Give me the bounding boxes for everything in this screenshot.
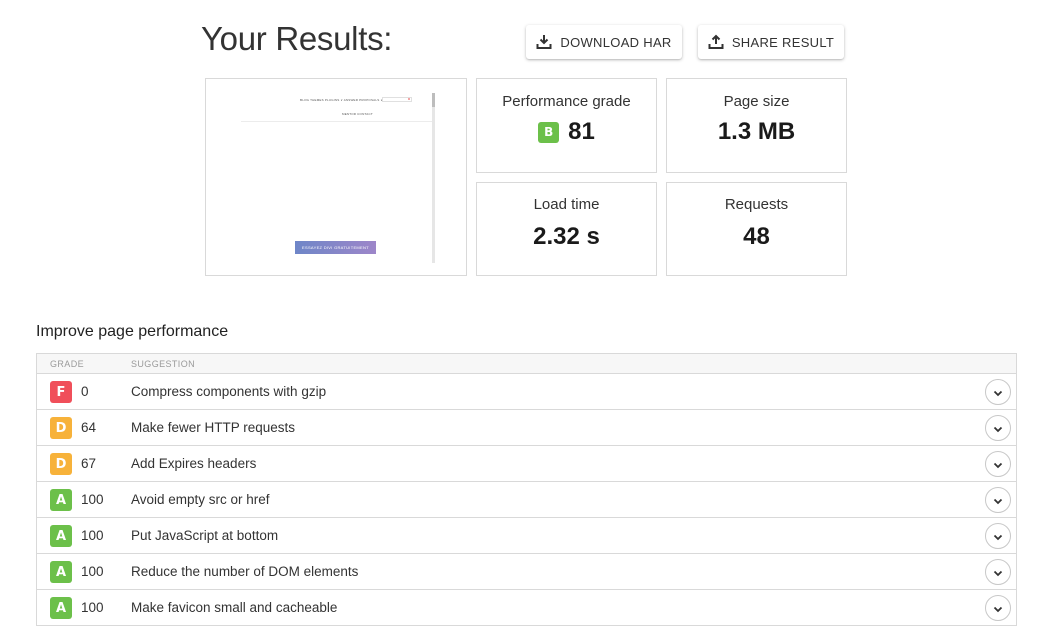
grade-column-header: GRADE [50,359,85,369]
expand-button[interactable] [985,595,1011,621]
suggestion-text: Make fewer HTTP requests [131,420,296,435]
suggestion-text: Add Expires headers [131,456,257,471]
table-row[interactable]: A 100 Reduce the number of DOM elements [37,554,1016,590]
table-row[interactable]: A 100 Avoid empty src or href [37,482,1016,518]
suggestions-table: GRADE SUGGESTION F 0 Compress components w… [36,353,1017,626]
preview-divider [241,121,433,122]
download-har-button[interactable]: DOWNLOAD HAR [526,25,682,59]
page-screenshot-preview: BLOG THEMES PLUGINS ∨ ANSWER PROPOSALS ∨… [205,78,467,276]
table-row[interactable]: A 100 Put JavaScript at bottom [37,518,1016,554]
grade-score: 100 [81,492,104,507]
table-row[interactable]: F 0 Compress components with gzip [37,374,1016,410]
suggestion-text: Make favicon small and cacheable [131,600,338,615]
performance-grade-value: B 81 [477,118,656,146]
grade-score: 100 [81,600,104,615]
preview-nav: BLOG THEMES PLUGINS ∨ ANSWER PROPOSALS ∨ [300,98,383,102]
preview-nav-secondary: MENTOR CONTACT [342,112,373,116]
expand-button[interactable] [985,487,1011,513]
grade-badge: A [50,561,72,583]
performance-score: 81 [568,118,595,145]
requests-value: 48 [743,223,770,250]
chevron-down-icon [993,565,1003,580]
suggestion-column-header: SUGGESTION [131,359,196,369]
share-icon [708,34,724,50]
grade-score: 0 [81,384,89,399]
table-row[interactable]: D 64 Make fewer HTTP requests [37,410,1016,446]
grade-badge: A [50,525,72,547]
table-row[interactable]: D 67 Add Expires headers [37,446,1016,482]
grade-score: 100 [81,528,104,543]
expand-button[interactable] [985,523,1011,549]
grade-badge: B [538,121,560,143]
performance-grade-card: Performance grade B 81 [476,78,657,173]
chevron-down-icon [993,529,1003,544]
grade-badge: D [50,417,72,439]
requests-label: Requests [724,196,789,213]
grade-badge: A [50,489,72,511]
suggestion-text: Put JavaScript at bottom [131,528,279,543]
suggestion-text: Avoid empty src or href [131,492,270,507]
expand-button[interactable] [985,415,1011,441]
chevron-down-icon [993,493,1003,508]
preview-cta-button: ESSAYEZ DIVI GRATUITEMENT [295,241,376,254]
page-size-value: 1.3 MB [717,118,796,145]
download-har-label: DOWNLOAD HAR [560,34,672,50]
load-time-card: Load time 2.32 s [476,182,657,276]
grade-score: 100 [81,564,104,579]
chevron-down-icon [993,601,1003,616]
preview-search-icon [382,97,412,102]
performance-grade-label: Performance grade [502,93,631,110]
grade-badge: F [50,381,72,403]
share-result-label: SHARE RESULT [731,34,835,50]
share-result-button[interactable]: SHARE RESULT [698,25,844,59]
download-icon [536,34,552,50]
requests-card: Requests 48 [666,182,847,276]
expand-button[interactable] [985,559,1011,585]
chevron-down-icon [993,385,1003,400]
expand-button[interactable] [985,451,1011,477]
chevron-down-icon [993,457,1003,472]
page-size-label: Page size [723,93,790,110]
suggestion-text: Compress components with gzip [131,384,327,399]
improve-section-title: Improve page performance [36,323,229,340]
grade-score: 67 [81,456,97,471]
load-time-value: 2.32 s [533,223,600,250]
page-title: Your Results: [201,20,393,57]
suggestion-text: Reduce the number of DOM elements [131,564,359,579]
table-header: GRADE SUGGESTION [37,354,1016,374]
grade-badge: D [50,453,72,475]
expand-button[interactable] [985,379,1011,405]
chevron-down-icon [993,421,1003,436]
load-time-label: Load time [533,196,600,213]
preview-scrollbar [432,93,435,263]
table-row[interactable]: A 100 Make favicon small and cacheable [37,590,1016,626]
grade-badge: A [50,597,72,619]
grade-score: 64 [81,420,97,435]
page-size-card: Page size 1.3 MB [666,78,847,173]
